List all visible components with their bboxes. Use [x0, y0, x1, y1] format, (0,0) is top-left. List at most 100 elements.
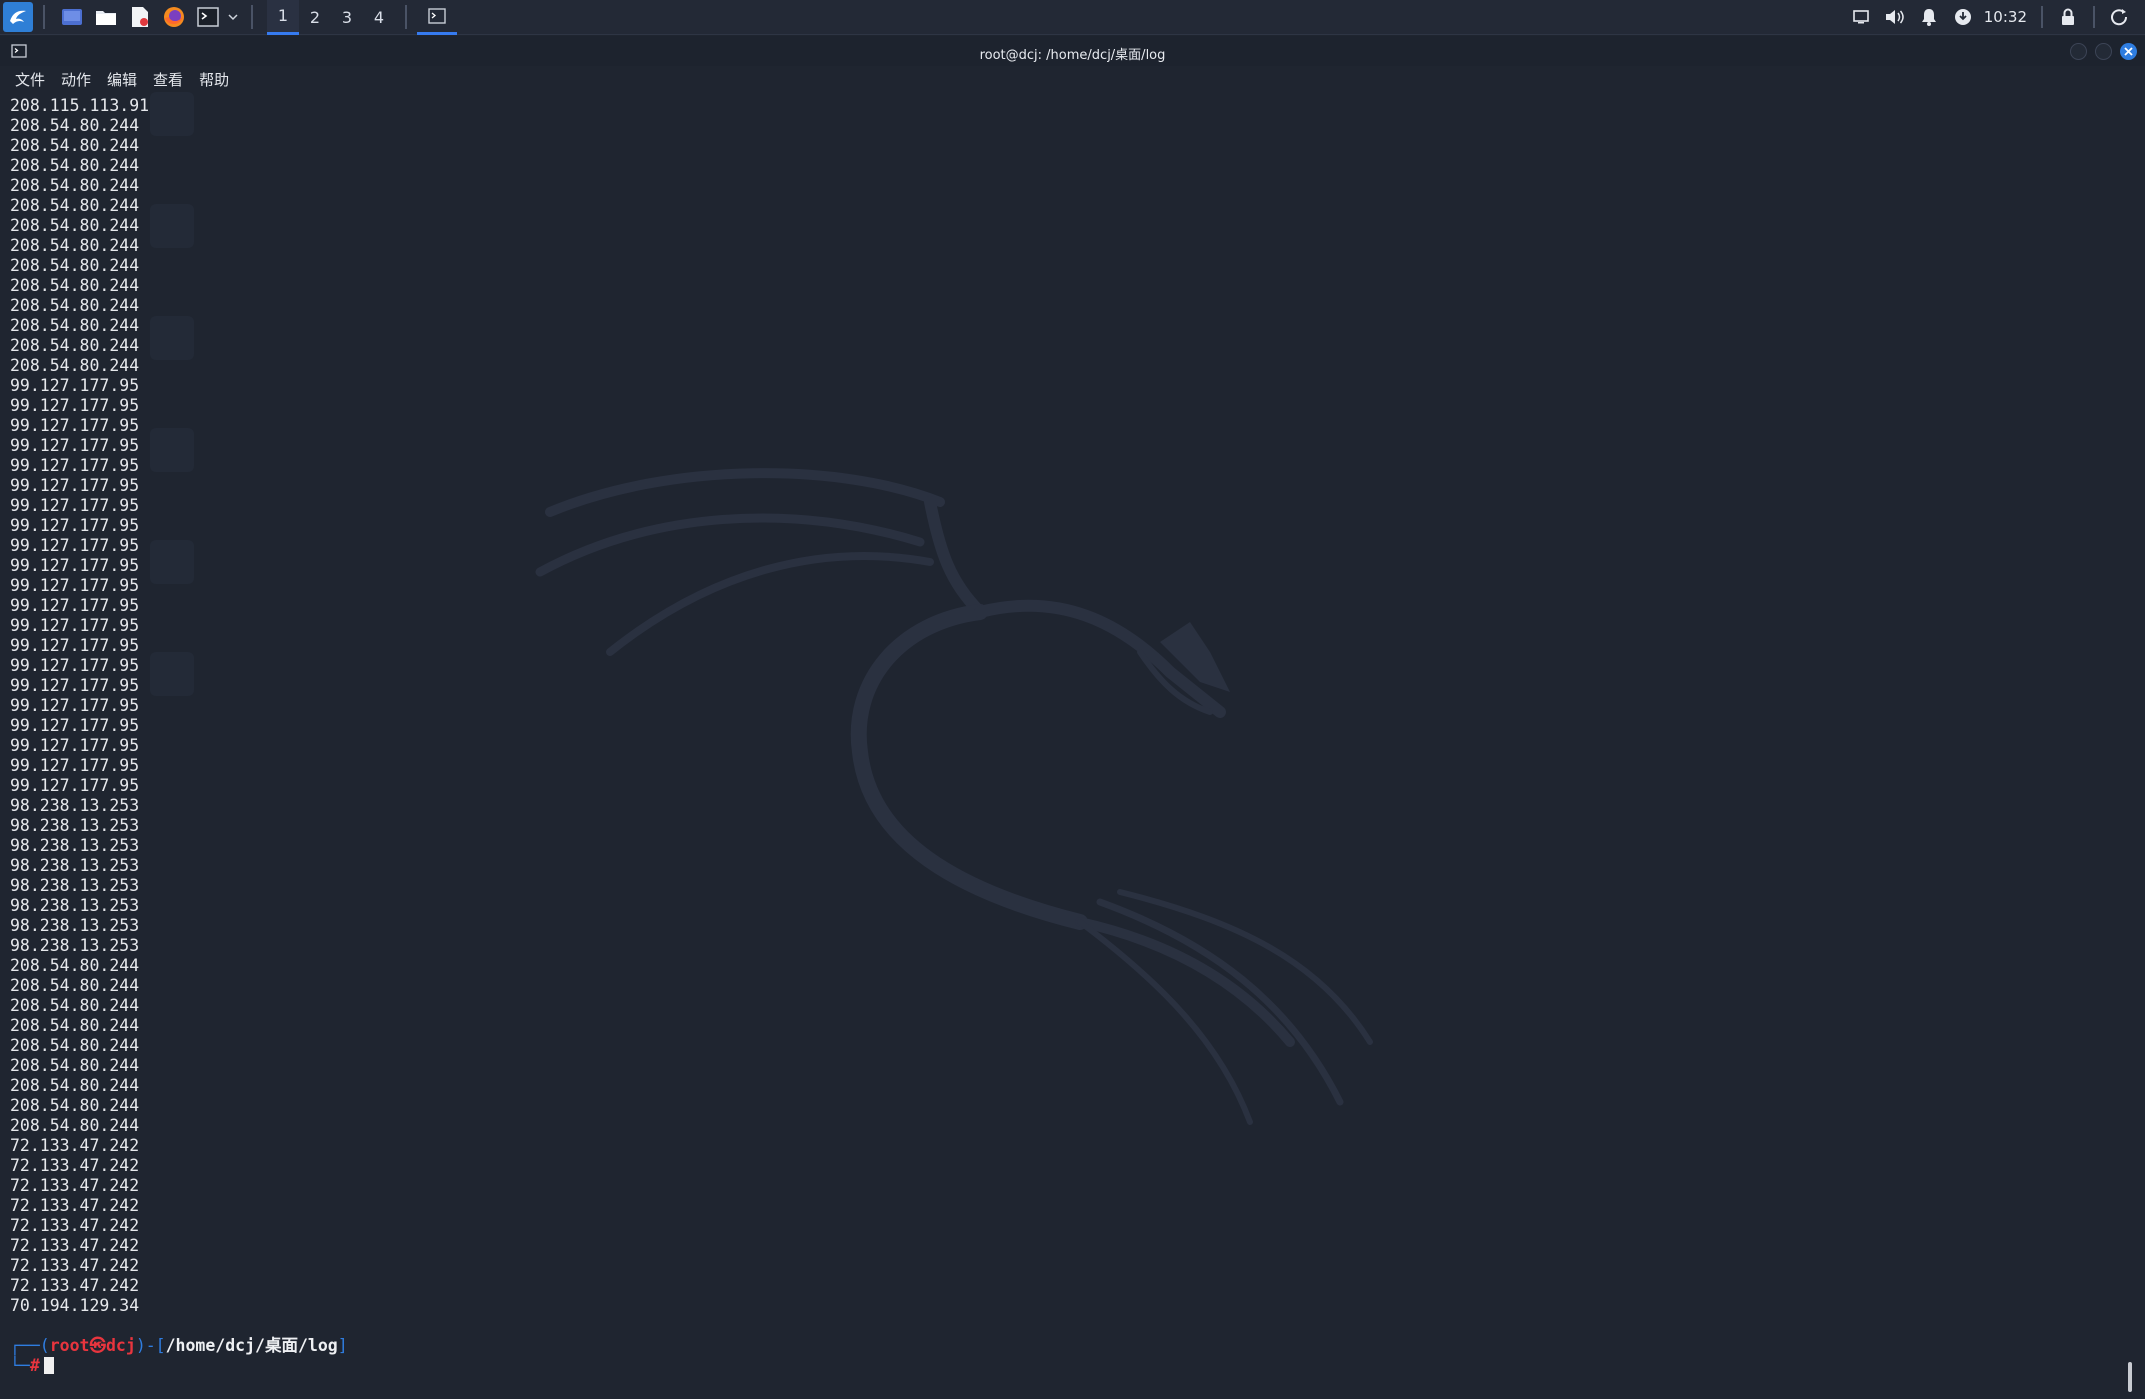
firefox-icon[interactable] — [161, 5, 187, 29]
terminal-output-line: 99.127.177.95 — [10, 716, 140, 735]
prompt-bracket-close: ] — [337, 1336, 348, 1355]
terminal-output-line: 98.238.13.253 — [10, 916, 140, 935]
notification-bell-icon[interactable] — [1918, 6, 1940, 28]
text-editor-icon[interactable] — [127, 5, 153, 29]
terminal-output-line: 208.54.80.244 — [10, 1096, 140, 1115]
terminal-output-line: 208.54.80.244 — [10, 976, 140, 995]
terminal-output-line: 208.54.80.244 — [10, 296, 140, 315]
menu-actions[interactable]: 动作 — [61, 69, 91, 90]
taskbar: 1 2 3 4 10:32 — [0, 0, 2145, 35]
terminal-output-line: 98.238.13.253 — [10, 896, 140, 915]
terminal-output-line: 208.54.80.244 — [10, 196, 140, 215]
close-button[interactable] — [2120, 43, 2137, 60]
terminal-output-area[interactable]: 208.115.113.91 208.54.80.244 208.54.80.244… — [0, 92, 2145, 1399]
terminal-output-line: 208.115.113.91 — [10, 96, 150, 115]
kali-menu-icon[interactable] — [3, 2, 33, 32]
taskbar-separator — [405, 5, 407, 29]
kali-dragon-wallpaper — [535, 468, 1373, 1125]
terminal-output-line: 99.127.177.95 — [10, 776, 140, 795]
taskbar-separator — [43, 5, 45, 29]
terminal-output-line: 72.133.47.242 — [10, 1236, 140, 1255]
terminal-output-line: 99.127.177.95 — [10, 696, 140, 715]
minimize-button[interactable] — [2070, 43, 2087, 60]
terminal-output-line: 208.54.80.244 — [10, 1116, 140, 1135]
menu-help[interactable]: 帮助 — [199, 69, 229, 90]
terminal-output-line: 208.54.80.244 — [10, 276, 140, 295]
desktop-shortcut-icon — [150, 92, 194, 136]
display-icon[interactable] — [1850, 6, 1872, 28]
terminal-output-line: 99.127.177.95 — [10, 616, 140, 635]
terminal-output-line: 208.54.80.244 — [10, 336, 140, 355]
dropdown-icon[interactable] — [227, 5, 239, 29]
workspace-4[interactable]: 4 — [363, 0, 395, 35]
volume-icon[interactable] — [1884, 6, 1906, 28]
terminal-output-line: 99.127.177.95 — [10, 576, 140, 595]
terminal-output-line: 208.54.80.244 — [10, 116, 140, 135]
desktop-icon[interactable] — [59, 5, 85, 29]
terminal-scrollbar[interactable] — [2128, 1362, 2132, 1392]
workspace-1[interactable]: 1 — [267, 0, 299, 35]
clock[interactable]: 10:32 — [1984, 8, 2027, 26]
terminal-output-line: 72.133.47.242 — [10, 1216, 140, 1235]
desktop-shortcut-icon — [150, 204, 194, 248]
terminal-output-line: 99.127.177.95 — [10, 496, 140, 515]
terminal-output-line: 208.54.80.244 — [10, 136, 140, 155]
terminal-output-line: 72.133.47.242 — [10, 1256, 140, 1275]
terminal-output-line: 99.127.177.95 — [10, 656, 140, 675]
file-manager-icon[interactable] — [93, 5, 119, 29]
taskbar-launchers: 1 2 3 4 — [0, 0, 457, 35]
terminal-output-line: 98.238.13.253 — [10, 876, 140, 895]
prompt-line-2[interactable]: └─# — [10, 1356, 54, 1376]
terminal-output-line: 208.54.80.244 — [10, 1036, 140, 1055]
menu-edit[interactable]: 编辑 — [107, 69, 137, 90]
terminal-output-line: 208.54.80.244 — [10, 176, 140, 195]
prompt-bracket-open: )-[ — [135, 1336, 166, 1355]
terminal-output-line: 99.127.177.95 — [10, 456, 140, 475]
terminal-icon[interactable] — [195, 5, 221, 29]
lock-icon[interactable] — [2057, 6, 2079, 28]
workspace-3[interactable]: 3 — [331, 0, 363, 35]
terminal-output-line: 99.127.177.95 — [10, 676, 140, 695]
terminal-output-line: 72.133.47.242 — [10, 1176, 140, 1195]
menu-file[interactable]: 文件 — [15, 69, 45, 90]
terminal-output-line: 98.238.13.253 — [10, 796, 140, 815]
menu-view[interactable]: 查看 — [153, 69, 183, 90]
power-icon[interactable] — [2109, 6, 2131, 28]
desktop-shortcut-icon — [150, 652, 194, 696]
terminal-output-line: 99.127.177.95 — [10, 756, 140, 775]
prompt-at-symbol: ㉿ — [89, 1336, 107, 1355]
task-terminal-button[interactable] — [417, 0, 457, 35]
terminal-output-line: 99.127.177.95 — [10, 536, 140, 555]
terminal-output-line: 208.54.80.244 — [10, 996, 140, 1015]
terminal-output-line: 99.127.177.95 — [10, 396, 140, 415]
terminal-output-line: 99.127.177.95 — [10, 376, 140, 395]
prompt-symbol: # — [29, 1356, 40, 1375]
tray-separator — [2041, 6, 2043, 28]
terminal-output-line: 99.127.177.95 — [10, 436, 140, 455]
window-titlebar[interactable]: root@dcj: /home/dcj/桌面/log — [0, 36, 2145, 66]
terminal-output-line: 208.54.80.244 — [10, 256, 140, 275]
system-tray: 10:32 — [1844, 0, 2145, 35]
terminal-output-line: 72.133.47.242 — [10, 1156, 140, 1175]
menu-bar: 文件 动作 编辑 查看 帮助 — [0, 66, 245, 92]
desktop-icons-behind — [150, 92, 194, 764]
prompt-corner-top: ┌──( — [10, 1336, 50, 1355]
terminal-output-line: 208.54.80.244 — [10, 1016, 140, 1035]
terminal-output-line: 99.127.177.95 — [10, 476, 140, 495]
prompt-path: /home/dcj/桌面/log — [165, 1336, 338, 1355]
terminal-output-line: 99.127.177.95 — [10, 516, 140, 535]
maximize-button[interactable] — [2095, 43, 2112, 60]
window-title: root@dcj: /home/dcj/桌面/log — [979, 48, 1166, 63]
terminal-output-line: 208.54.80.244 — [10, 156, 140, 175]
text-cursor[interactable] — [43, 1357, 54, 1374]
terminal-output-line: 99.127.177.95 — [10, 596, 140, 615]
workspace-2[interactable]: 2 — [299, 0, 331, 35]
workspace-switcher: 1 2 3 4 — [267, 0, 395, 35]
taskbar-separator — [251, 5, 253, 29]
terminal-output-line: 72.133.47.242 — [10, 1276, 140, 1295]
desktop-shortcut-icon — [150, 316, 194, 360]
terminal-output-line: 208.54.80.244 — [10, 1056, 140, 1075]
network-icon[interactable] — [1952, 6, 1974, 28]
desktop-shortcut-icon — [150, 540, 194, 584]
terminal-output-line: 99.127.177.95 — [10, 416, 140, 435]
